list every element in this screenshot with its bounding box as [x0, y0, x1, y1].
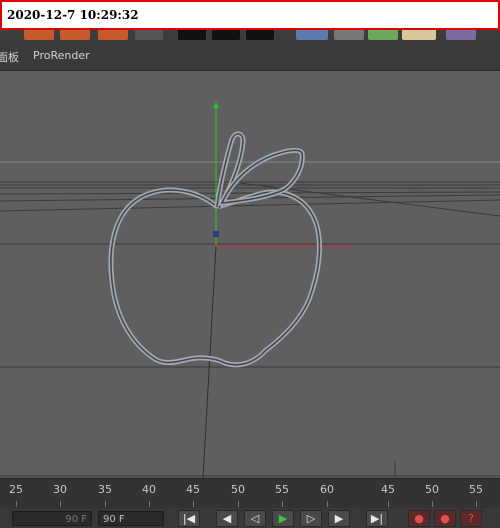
timeline-mark: [193, 501, 194, 507]
y-axis-arrow-icon: [213, 102, 219, 108]
play-button[interactable]: ▶: [272, 510, 294, 527]
frame-start-field[interactable]: 90 F: [12, 511, 92, 526]
timeline-mark: [432, 501, 433, 507]
menu-prorender[interactable]: ProRender: [33, 49, 90, 62]
previous-key-button[interactable]: ◀: [216, 510, 238, 527]
timeline-tick: 30: [53, 483, 67, 496]
viewport-menubar: 面板 ProRender: [0, 42, 500, 71]
next-frame-button[interactable]: ▷: [300, 510, 322, 527]
go-to-end-button[interactable]: ▶|: [366, 510, 388, 527]
timeline-tick: 40: [142, 483, 156, 496]
frame-end-value: 90 F: [103, 514, 125, 525]
timeline-ruler[interactable]: 25 30 35 40 45 50 55 60 45 50 55: [0, 478, 500, 509]
timeline-mark: [238, 501, 239, 507]
menu-panel[interactable]: 面板: [0, 49, 19, 65]
frame-start-value: 90 F: [65, 514, 87, 525]
timeline-mark: [476, 501, 477, 507]
timeline-mark: [16, 501, 17, 507]
go-to-start-button[interactable]: |◀: [178, 510, 200, 527]
timeline-tick: 25: [9, 483, 23, 496]
timeline-mark: [282, 501, 283, 507]
autokey-icon[interactable]: ●: [434, 510, 456, 527]
timeline-tick: 50: [231, 483, 245, 496]
timeline-mark: [388, 501, 389, 507]
apple-spline-body-core: [110, 189, 321, 366]
apple-spline-body[interactable]: [108, 187, 322, 368]
timeline-mark: [149, 501, 150, 507]
grid-line: [0, 191, 500, 195]
3d-viewport[interactable]: [0, 71, 500, 478]
timeline-mark: [105, 501, 106, 507]
frame-end-field[interactable]: 90 F: [98, 511, 164, 526]
timeline-tick: 55: [275, 483, 289, 496]
timestamp-overlay: 2020-12-7 10:29:32: [0, 0, 500, 30]
record-keys-icon[interactable]: ●: [408, 510, 430, 527]
timeline-mark: [60, 501, 61, 507]
viewport-canvas: [0, 102, 500, 478]
origin-point-icon: [213, 231, 219, 237]
timeline-tick: 35: [98, 483, 112, 496]
playback-bar: 90 F 90 F |◀ ◀ ◁ ▶ ▷ ▶ ▶| ● ● ?: [0, 508, 500, 528]
z-axis-line: [202, 245, 217, 478]
previous-frame-button[interactable]: ◁: [244, 510, 266, 527]
next-key-button[interactable]: ▶: [328, 510, 350, 527]
timeline-mark: [327, 501, 328, 507]
timeline-tick: 50: [425, 483, 439, 496]
timeline-tick: 55: [469, 483, 483, 496]
timestamp-text: 2020-12-7 10:29:32: [7, 8, 139, 22]
timeline-tick: 45: [381, 483, 395, 496]
timeline-tick: 45: [186, 483, 200, 496]
keyframe-selection-icon[interactable]: ?: [460, 510, 482, 527]
timeline-tick: 60: [320, 483, 334, 496]
